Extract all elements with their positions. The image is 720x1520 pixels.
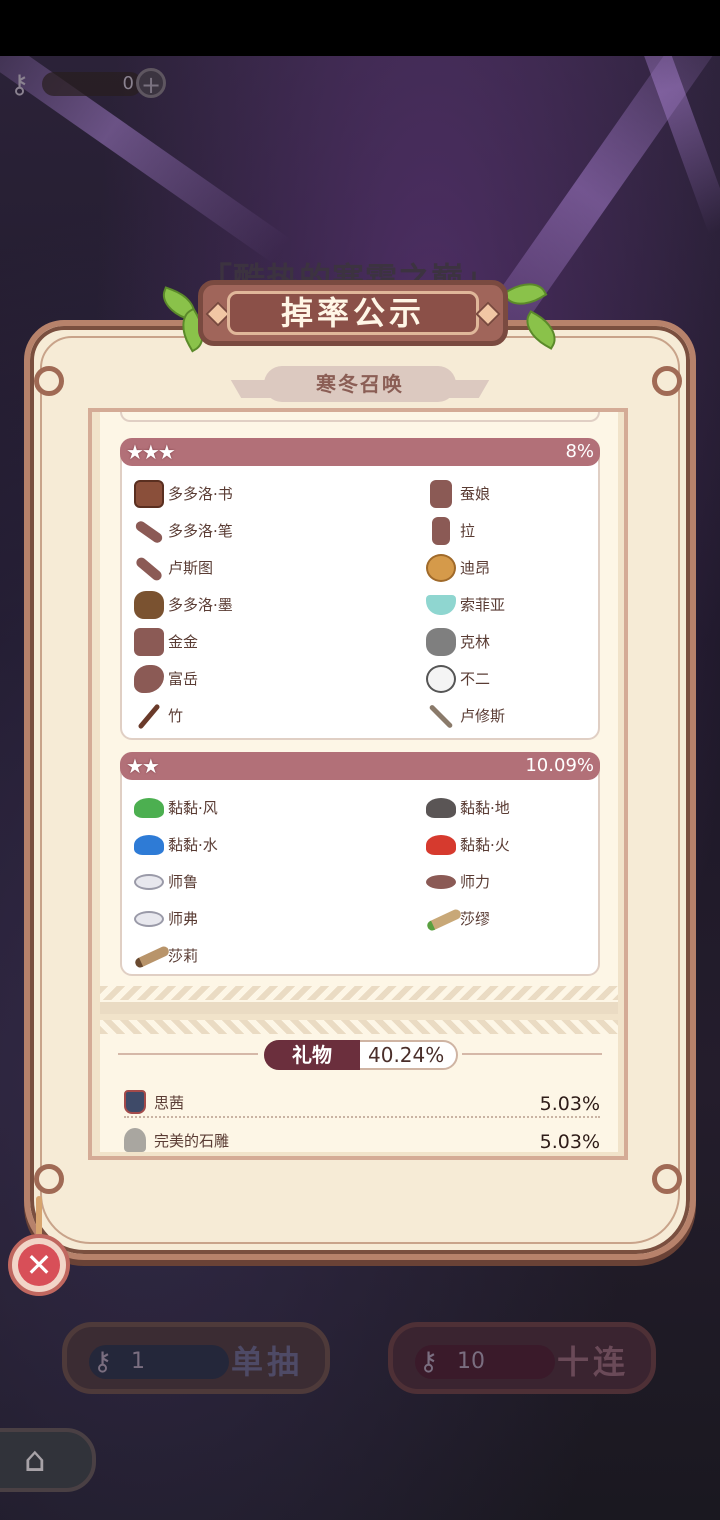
divider-line [462,1053,602,1055]
zigzag-divider [100,1020,618,1034]
silhouette-icon [134,628,164,656]
home-button[interactable]: ⌂ [0,1428,96,1492]
watering-can-icon [426,628,456,656]
silhouette-icon [134,665,164,693]
gem-ornament [475,301,501,327]
gift-rate-pill: 礼物 40.24% [264,1040,458,1070]
single-draw-button[interactable]: ⚷ 1 单抽 [62,1322,330,1394]
silhouette-icon [432,517,450,545]
gift-row: 思茜 5.03% [124,1088,602,1118]
slime-green-icon [134,798,164,818]
star-icons: ★★★ [126,440,176,464]
ten-draw-cost: 10 [457,1349,485,1374]
dialog-title-plate: 掉率公示 [198,280,508,346]
divider-line [118,1053,258,1055]
key-icon: ⚷ [419,1347,439,1377]
rate-list-scroll[interactable]: ★★★ 8% 多多洛·书 蚕娘 多多洛·笔 拉 卢斯图 迪昂 多多洛·墨 索菲亚… [100,412,618,1012]
bamboo-stick-icon [137,703,161,730]
snowball-icon [426,665,456,693]
scroll-green-icon [425,907,463,933]
single-draw-cost: 1 [131,1349,145,1374]
corner-ornament [652,1164,682,1194]
status-bar [0,0,720,56]
dialog-title: 掉率公示 [227,291,479,335]
add-key-button[interactable]: + [136,68,166,99]
key-icon: ⚷ [93,1347,113,1377]
corner-ornament [34,1164,64,1194]
corner-ornament [34,366,64,396]
key-icon: ⚷ [10,70,30,100]
white-creature-icon [134,874,164,890]
section-divider [100,1002,618,1014]
statue-icon [124,1128,146,1152]
scroll-brown-icon [133,944,171,970]
inkpot-icon [134,591,164,619]
group-header: ★★★ 8% [120,438,600,466]
ten-draw-button[interactable]: ⚷ 10 十连 [388,1322,656,1394]
key-count: 0 [122,73,134,94]
teacup-icon [426,595,456,615]
group-rate: 8% [565,441,594,462]
cookie-icon [426,554,456,582]
rarity-group-2star: ★★ 10.09% 黏黏·风 黏黏·地 黏黏·水 黏黏·火 师鲁 师力 师弗 莎… [120,752,600,976]
book-icon [134,480,164,508]
star-icons: ★★ [126,754,160,778]
gift-row: 完美的石雕 5.03% [124,1126,602,1156]
ten-draw-label: 十连 [556,1343,629,1381]
group-rate: 10.09% [525,755,594,776]
group-header: ★★ 10.09% [120,752,600,780]
slime-blue-icon [134,835,164,855]
close-button[interactable]: ✕ [8,1234,70,1296]
single-draw-label: 单抽 [230,1343,303,1381]
key-counter: ⚷ 0 + [6,66,166,100]
gift-label: 礼物 [264,1040,360,1070]
fork-icon [428,704,454,729]
staff-icon [134,555,164,583]
previous-group-edge [120,412,600,422]
rarity-group-3star: ★★★ 8% 多多洛·书 蚕娘 多多洛·笔 拉 卢斯图 迪昂 多多洛·墨 索菲亚… [120,438,600,740]
silhouette-icon [430,480,452,508]
white-creature-icon [134,911,164,927]
plus-icon: + [140,71,162,99]
gift-rate: 40.24% [368,1043,445,1067]
close-icon: ✕ [18,1244,60,1286]
quill-icon [133,519,165,545]
rope-decoration [36,1196,42,1236]
zigzag-divider [100,986,618,1000]
slime-dark-icon [426,798,456,818]
jar-icon [124,1090,146,1114]
silhouette-icon [426,875,456,889]
home-icon: ⌂ [24,1440,46,1480]
pool-subtitle: 寒冬召唤 [264,366,456,402]
corner-ornament [652,366,682,396]
dotted-divider [124,1116,600,1118]
slime-red-icon [426,835,456,855]
